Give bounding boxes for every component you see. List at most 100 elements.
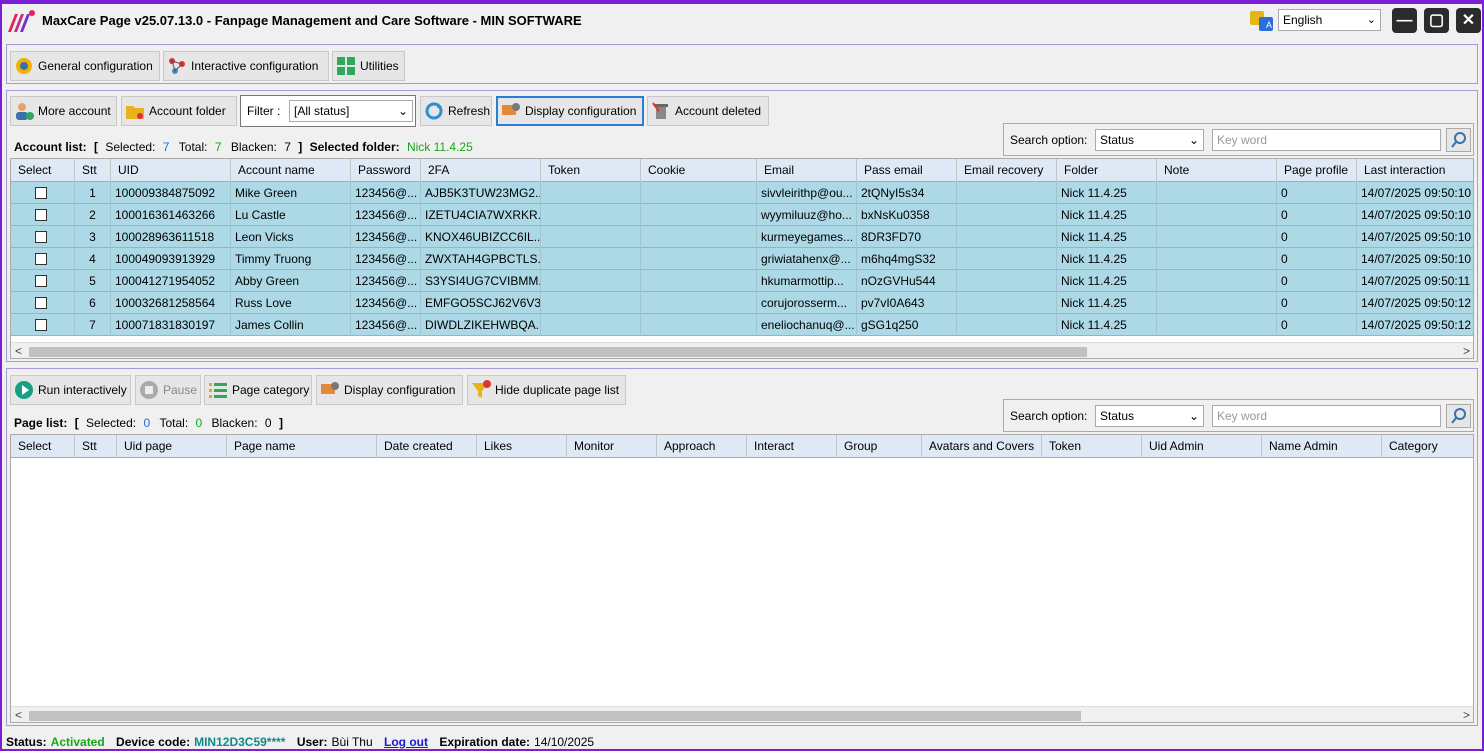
table-row[interactable]: 7 100071831830197 James Collin 123456@... DI…	[11, 314, 1473, 336]
keyword-input[interactable]: Key word	[1212, 129, 1441, 151]
language-value: English	[1283, 13, 1323, 27]
account-header-folder[interactable]: Folder	[1057, 159, 1157, 182]
tab-general-configuration[interactable]: General configuration	[10, 51, 160, 81]
page-keyword-input[interactable]: Key word	[1212, 405, 1441, 427]
cell-pass-email: gSG1q250	[857, 314, 957, 336]
cell-note	[1157, 314, 1277, 336]
account-header-select[interactable]: Select	[11, 159, 75, 182]
page-header-page-name[interactable]: Page name	[227, 435, 377, 458]
tab-utilities[interactable]: Utilities	[332, 51, 405, 81]
display-configuration-button[interactable]: Display configuration	[496, 96, 644, 126]
account-header-stt[interactable]: Stt	[75, 159, 111, 182]
row-select-cell[interactable]	[11, 248, 75, 270]
account-header-account-name[interactable]: Account name	[231, 159, 351, 182]
row-checkbox[interactable]	[35, 253, 47, 265]
row-checkbox[interactable]	[35, 297, 47, 309]
run-interactively-button[interactable]: Run interactively	[10, 375, 131, 405]
page-header-name-admin[interactable]: Name Admin	[1262, 435, 1382, 458]
cell-password: 123456@...	[351, 226, 421, 248]
search-button[interactable]	[1446, 128, 1471, 152]
scroll-left-icon[interactable]: <	[15, 344, 22, 358]
row-select-cell[interactable]	[11, 314, 75, 336]
search-option-select[interactable]: Status ⌄	[1095, 129, 1204, 151]
page-header-interact[interactable]: Interact	[747, 435, 837, 458]
page-header-likes[interactable]: Likes	[477, 435, 567, 458]
page-display-configuration-button[interactable]: Display configuration	[316, 375, 463, 405]
language-select[interactable]: English ⌄	[1278, 9, 1381, 31]
refresh-button[interactable]: Refresh	[420, 96, 492, 126]
row-checkbox[interactable]	[35, 231, 47, 243]
row-select-cell[interactable]	[11, 182, 75, 204]
scroll-right-icon[interactable]: >	[1463, 708, 1470, 722]
pause-icon	[139, 380, 159, 400]
pause-button[interactable]: Pause	[135, 375, 201, 405]
row-select-cell[interactable]	[11, 204, 75, 226]
account-horizontal-scrollbar[interactable]: < >	[11, 342, 1473, 358]
chevron-down-icon: ⌄	[1366, 14, 1376, 26]
page-header-avatars-and-covers[interactable]: Avatars and Covers	[922, 435, 1042, 458]
page-header-category[interactable]: Category	[1382, 435, 1473, 458]
cell-email-recovery	[957, 248, 1057, 270]
page-header-select[interactable]: Select	[11, 435, 75, 458]
page-header-token[interactable]: Token	[1042, 435, 1142, 458]
account-header-note[interactable]: Note	[1157, 159, 1277, 182]
page-category-button[interactable]: Page category	[204, 375, 312, 405]
logout-link[interactable]: Log out	[384, 735, 428, 749]
account-header-token[interactable]: Token	[541, 159, 641, 182]
cell-note	[1157, 204, 1277, 226]
minimize-button[interactable]: —	[1392, 8, 1417, 33]
row-checkbox[interactable]	[35, 187, 47, 199]
tab-interactive-configuration[interactable]: Interactive configuration	[163, 51, 329, 81]
page-header-monitor[interactable]: Monitor	[567, 435, 657, 458]
row-checkbox[interactable]	[35, 319, 47, 331]
table-row[interactable]: 5 100041271954052 Abby Green 123456@... S3YS…	[11, 270, 1473, 292]
close-button[interactable]: ✕	[1456, 8, 1481, 33]
scroll-left-icon[interactable]: <	[15, 708, 22, 722]
scroll-thumb[interactable]	[29, 347, 1087, 357]
account-header-2fa[interactable]: 2FA	[421, 159, 541, 182]
maximize-button[interactable]: ▢	[1424, 8, 1449, 33]
account-deleted-button[interactable]: Account deleted	[647, 96, 769, 126]
account-header-page-profile[interactable]: Page profile	[1277, 159, 1357, 182]
search-option-label: Search option:	[1010, 409, 1088, 423]
row-select-cell[interactable]	[11, 292, 75, 314]
page-search-option-select[interactable]: Status ⌄	[1095, 405, 1204, 427]
account-header-email[interactable]: Email	[757, 159, 857, 182]
account-header-cookie[interactable]: Cookie	[641, 159, 757, 182]
blacken-count: 7	[284, 140, 291, 154]
table-row[interactable]: 4 100049093913929 Timmy Truong 123456@... ZW…	[11, 248, 1473, 270]
row-checkbox[interactable]	[35, 209, 47, 221]
page-header-approach[interactable]: Approach	[657, 435, 747, 458]
row-select-cell[interactable]	[11, 226, 75, 248]
cell-uid: 100016361463266	[111, 204, 231, 226]
selected-label: Selected:	[86, 416, 137, 430]
app-window: MaxCare Page v25.07.13.0 - Fanpage Manag…	[0, 0, 1484, 751]
page-header-date-created[interactable]: Date created	[377, 435, 477, 458]
page-header-uid-page[interactable]: Uid page	[117, 435, 227, 458]
account-header-password[interactable]: Password	[351, 159, 421, 182]
list-icon	[208, 380, 228, 400]
cell-email: corujorosserm...	[757, 292, 857, 314]
hide-duplicate-button[interactable]: Hide duplicate page list	[467, 375, 626, 405]
table-row[interactable]: 2 100016361463266 Lu Castle 123456@... IZETU…	[11, 204, 1473, 226]
scroll-right-icon[interactable]: >	[1463, 344, 1470, 358]
filter-select[interactable]: [All status] ⌄	[289, 100, 413, 122]
scroll-thumb[interactable]	[29, 711, 1081, 721]
table-row[interactable]: 1 100009384875092 Mike Green 123456@... AJB5…	[11, 182, 1473, 204]
page-header-group[interactable]: Group	[837, 435, 922, 458]
account-header-last-interaction[interactable]: Last interaction	[1357, 159, 1473, 182]
row-select-cell[interactable]	[11, 270, 75, 292]
account-header-uid[interactable]: UID	[111, 159, 231, 182]
account-folder-button[interactable]: Account folder	[121, 96, 237, 126]
cell-last-interaction: 14/07/2025 09:50:12	[1357, 292, 1473, 314]
page-header-uid-admin[interactable]: Uid Admin	[1142, 435, 1262, 458]
table-row[interactable]: 6 100032681258564 Russ Love 123456@... EMFGO…	[11, 292, 1473, 314]
page-header-stt[interactable]: Stt	[75, 435, 117, 458]
page-horizontal-scrollbar[interactable]: < >	[11, 706, 1473, 722]
row-checkbox[interactable]	[35, 275, 47, 287]
table-row[interactable]: 3 100028963611518 Leon Vicks 123456@... KNOX…	[11, 226, 1473, 248]
account-header-pass-email[interactable]: Pass email	[857, 159, 957, 182]
page-search-button[interactable]	[1446, 404, 1471, 428]
more-account-button[interactable]: More account	[10, 96, 117, 126]
account-header-email-recovery[interactable]: Email recovery	[957, 159, 1057, 182]
